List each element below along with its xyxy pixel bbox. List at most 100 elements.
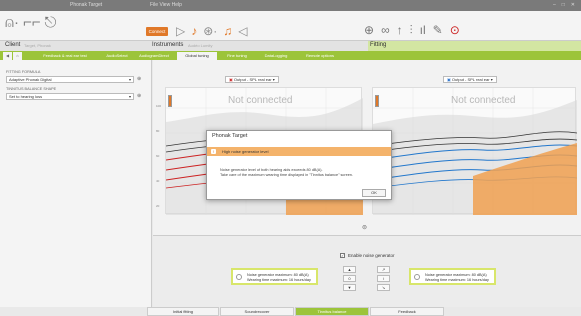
minimize-icon[interactable]: –	[553, 2, 556, 8]
dialog-message: Noise generator level of both hearing ai…	[220, 168, 388, 178]
client-icon[interactable]: ⍝·	[5, 14, 19, 31]
back-button[interactable]: ◀	[3, 52, 12, 60]
link-up-button[interactable]: ↗	[377, 266, 390, 273]
left-ng-line2: Wearing time maximum: 16 hours/day	[425, 278, 489, 282]
right-ear-level-meter	[168, 95, 172, 107]
left-ear-curves	[372, 88, 578, 215]
tab-audioselect-2[interactable]: AudiogramDirect	[134, 52, 174, 60]
instruments-label: Instruments	[152, 42, 184, 48]
equalizer-icon[interactable]: ⫶	[410, 23, 413, 38]
connect-button[interactable]: Connect	[146, 27, 168, 36]
bottom-tab-bar: Initial fitting Soundrecover Tinnitus ba…	[0, 307, 581, 316]
app-title: Phonak Target	[70, 2, 103, 8]
enable-noise-generator-label: Enable noise generator	[348, 253, 395, 258]
instrument-icon[interactable]: ⎋	[45, 14, 57, 31]
settings-icon[interactable]: ✎	[433, 23, 443, 38]
right-chart-select-value: Output - SPL real ear	[233, 77, 272, 82]
link-ears-icon[interactable]: ⊜	[362, 224, 367, 231]
chevron-down-icon: ▾	[272, 77, 275, 82]
chevron-down-icon: ▾	[128, 77, 131, 82]
left-not-connected: Not connected	[451, 95, 516, 106]
tinnitus-balance-select[interactable]: Set to hearing loss ▾	[6, 93, 134, 100]
ok-button[interactable]: OK	[362, 189, 386, 197]
audiogram-icon[interactable]: ⌐⌐	[23, 14, 41, 31]
left-chart-select[interactable]: ▣ Output - SPL real ear ▾	[443, 76, 497, 83]
fitting-formula-options-icon[interactable]: ⊕	[137, 76, 144, 83]
fitting-formula-label: Fitting formula	[6, 70, 41, 74]
fitting-icon[interactable]: ♪	[191, 24, 197, 38]
tinnitus-balance-value: Set to hearing loss	[9, 94, 43, 99]
right-ear-icon: ▣	[229, 77, 233, 82]
client-bar: Client Target, Phonak Instruments Audéo …	[0, 41, 581, 51]
tab-feedback-bottom[interactable]: Feedback	[370, 307, 444, 316]
link-button[interactable]: ↕	[377, 275, 390, 282]
tinnitus-balance-options-icon[interactable]: ⊕	[137, 93, 144, 100]
info-icon	[236, 274, 242, 280]
left-panel: Fitting formula Adaptive Phonak Digital …	[0, 60, 152, 316]
y-tick: 80	[156, 129, 160, 133]
tab-initial-fitting[interactable]: Initial fitting	[147, 307, 219, 316]
toolbar-left-icons: ⍝· ⌐⌐ ⎋	[5, 14, 56, 31]
tinnitus-balance-label: Tinnitus balance shape	[6, 87, 57, 91]
warning-dialog: Phonak Target ! High noise generator lev…	[206, 130, 392, 200]
fitting-header: Fitting	[368, 41, 581, 51]
tab-soundrecover[interactable]: Soundrecover	[220, 307, 294, 316]
left-chart-select-value: Output - SPL real ear	[451, 77, 490, 82]
fitting-formula-value: Adaptive Phonak Digital	[9, 77, 52, 82]
noise-generator-panel: ✓ Enable noise generator Noise generator…	[153, 235, 581, 307]
hearing-aid-icon[interactable]: ♫	[223, 24, 232, 38]
tab-audioselect[interactable]: AudioSelect	[103, 52, 131, 60]
y-tick: 100	[156, 104, 162, 108]
client-label: Client	[5, 42, 21, 48]
instruments-value: Audéo Lumity	[188, 43, 213, 48]
right-not-connected: Not connected	[228, 95, 293, 106]
dialog-warning-band: ! High noise generator level	[207, 147, 391, 156]
tab-tinnitus-balance[interactable]: Tinnitus balance	[295, 307, 369, 316]
link-down-button[interactable]: ↘	[377, 284, 390, 291]
chevron-down-icon: ▾	[490, 77, 493, 82]
fitting-formula-select[interactable]: Adaptive Phonak Digital ▾	[6, 76, 134, 83]
y-tick: 40	[156, 179, 160, 183]
tab-global-tuning[interactable]: Global tuning	[177, 52, 217, 60]
play-icon[interactable]: ▷	[176, 24, 185, 38]
bell-icon[interactable]: ⊙	[450, 23, 460, 38]
title-menu[interactable]: File View Help	[150, 2, 182, 8]
chevron-down-icon: ▾	[128, 94, 131, 99]
fitting-tab-bar: ◀ ⌂ Feedback & real ear test AudioSelect…	[0, 51, 581, 60]
tab-datalogging[interactable]: DataLogging	[257, 52, 295, 60]
fitting-label: Fitting	[370, 42, 387, 48]
left-noise-generator-info: Noise generator maximum: 80 dB(A) Wearin…	[409, 268, 496, 285]
warning-icon: !	[211, 149, 216, 154]
glasses-icon[interactable]: ∞	[381, 23, 390, 38]
enable-noise-generator[interactable]: ✓ Enable noise generator	[340, 253, 395, 258]
toolbar-right-icons: ⊕ ∞ ↑ ⫶ ıl ✎ ⊙	[364, 23, 460, 38]
volume-up-button[interactable]: ▲	[343, 266, 356, 273]
tab-fine-tuning[interactable]: Fine tuning	[220, 52, 254, 60]
home-button[interactable]: ⌂	[13, 52, 22, 60]
close-icon[interactable]: ✕	[571, 2, 575, 8]
title-bar: Phonak Target File View Help – □ ✕	[0, 0, 581, 11]
right-chart-select[interactable]: ▣ Output - SPL real ear ▾	[225, 76, 279, 83]
y-tick: 60	[156, 154, 160, 158]
volume-down-button[interactable]: ▼	[343, 284, 356, 291]
sync-icon[interactable]: ⊕	[364, 23, 374, 38]
left-ear-level-meter	[375, 95, 379, 107]
left-ear-icon: ▣	[447, 77, 451, 82]
tab-feedback[interactable]: Feedback & real ear test	[30, 52, 100, 60]
dialog-message-line2: Take care of the maximum wearing time di…	[220, 173, 353, 177]
right-noise-generator-info: Noise generator maximum: 80 dB(A) Wearin…	[231, 268, 318, 285]
enable-noise-generator-checkbox[interactable]: ✓	[340, 253, 345, 258]
speaker-icon[interactable]: ◁	[238, 24, 247, 38]
dialog-warning-text: High noise generator level	[222, 149, 269, 154]
arrow-up-icon[interactable]: ↑	[397, 23, 403, 38]
title-controls: – □ ✕	[535, 2, 575, 8]
volume-reset-button[interactable]: 0	[343, 275, 356, 282]
main-toolbar: ⍝· ⌐⌐ ⎋ Connect ▷ ♪ ⊛· ♫ ◁ ⊕ ∞ ↑ ⫶ ıl ✎ …	[0, 11, 581, 41]
bars-icon[interactable]: ıl	[420, 23, 426, 38]
session-icon[interactable]: ⊛·	[203, 24, 217, 38]
client-value: Target, Phonak	[24, 43, 51, 48]
maximize-icon[interactable]: □	[562, 2, 565, 8]
info-icon	[414, 274, 420, 280]
tab-remote-options[interactable]: Remote options	[298, 52, 342, 60]
right-ng-line2: Wearing time maximum: 16 hours/day	[247, 278, 311, 282]
